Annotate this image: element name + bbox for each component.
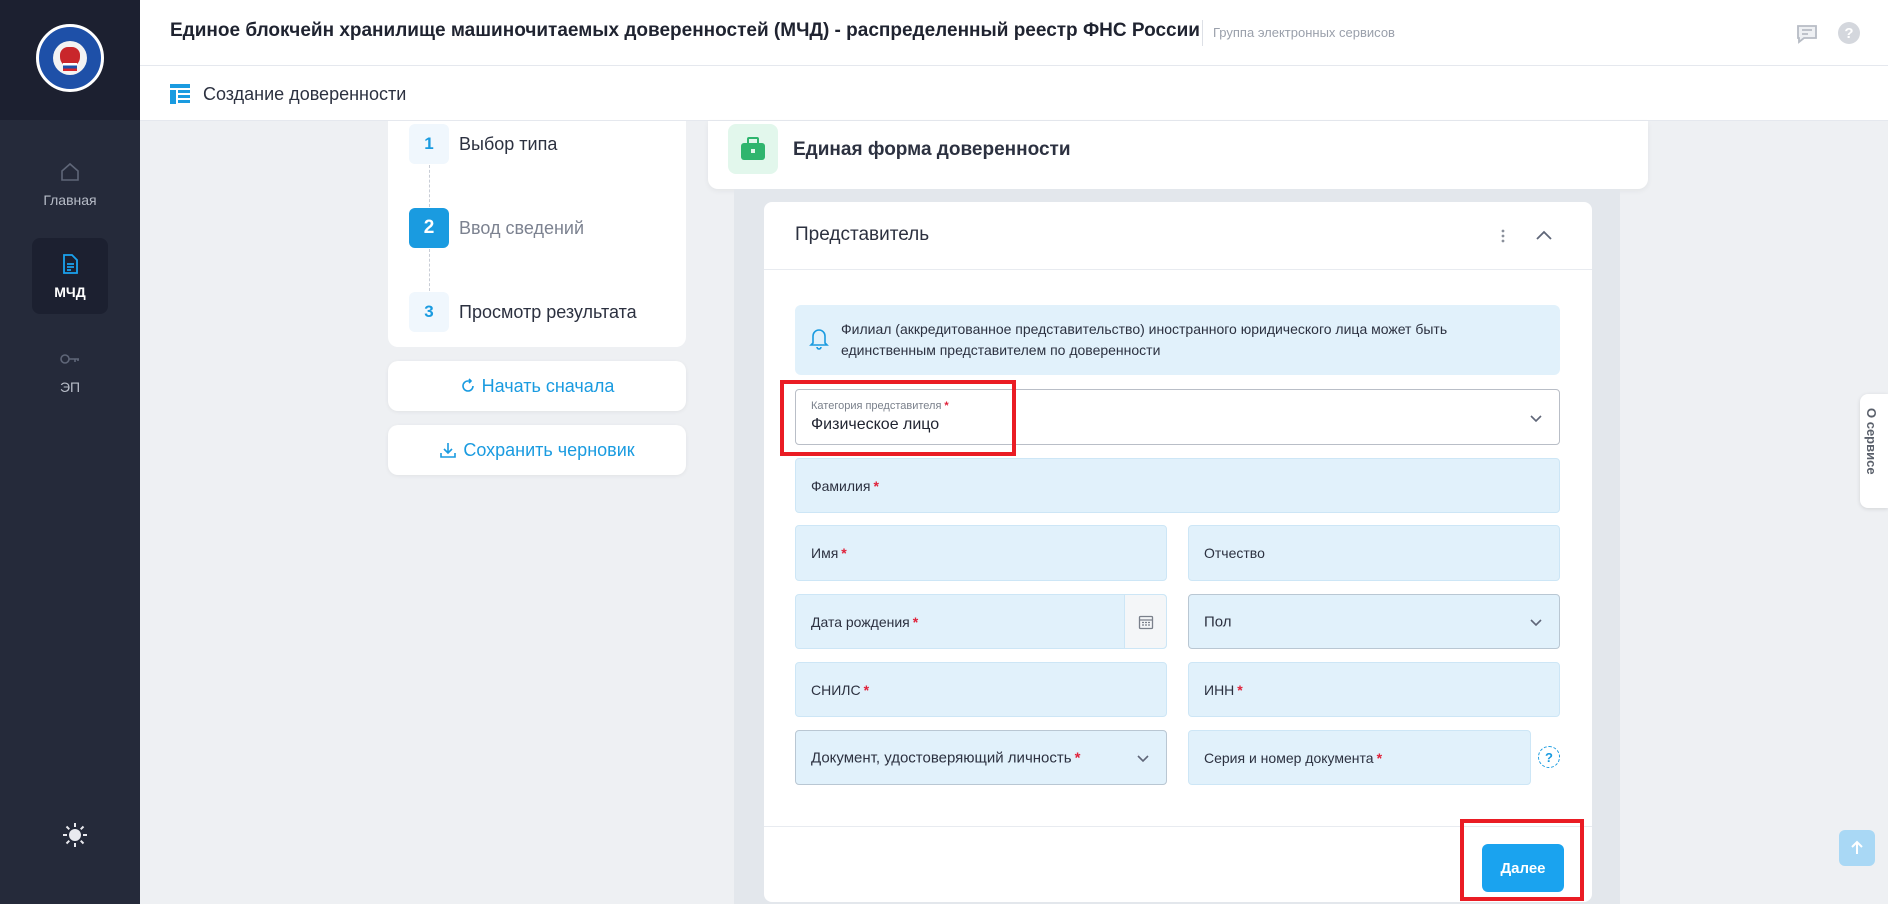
sidebar-item-label: ЭП bbox=[59, 379, 81, 395]
form-title: Единая форма доверенности bbox=[793, 139, 1071, 160]
restart-button[interactable]: Начать сначала bbox=[388, 361, 686, 411]
section-title: Представитель bbox=[795, 224, 930, 245]
birth-date-field[interactable]: Дата рождения * bbox=[795, 594, 1167, 649]
home-icon bbox=[61, 162, 79, 181]
top-header: Единое блокчейн хранилище машиночитаемых… bbox=[140, 0, 1888, 66]
step-connector bbox=[429, 165, 430, 207]
section-header: Представитель bbox=[764, 202, 1592, 270]
sun-icon[interactable] bbox=[62, 822, 88, 848]
about-service-tab[interactable]: О сервисе bbox=[1860, 394, 1888, 508]
representative-category-select[interactable]: Категория представителя * Физическое лицо bbox=[795, 389, 1560, 445]
document-number-label: Серия и номер документа * bbox=[1204, 749, 1383, 766]
step-number: 1 bbox=[409, 124, 449, 164]
representative-section: Представитель Филиал (аккредитованное пр… bbox=[764, 202, 1592, 902]
step-number: 3 bbox=[409, 292, 449, 332]
document-icon bbox=[63, 254, 78, 274]
more-vertical-icon[interactable] bbox=[1491, 224, 1515, 248]
step-label: Ввод сведений bbox=[459, 217, 585, 238]
form-header: Единая форма доверенности bbox=[708, 121, 1648, 189]
sidebar-logo-area bbox=[0, 0, 140, 120]
document-number-field[interactable]: Серия и номер документа * bbox=[1188, 730, 1531, 785]
inn-label: ИНН * bbox=[1204, 681, 1243, 698]
step-number: 2 bbox=[409, 208, 449, 248]
briefcase-icon bbox=[728, 124, 778, 174]
sidebar: Главная МЧД ЭП bbox=[0, 0, 140, 904]
sidebar-item-ep[interactable]: ЭП bbox=[32, 333, 108, 409]
sidebar-item-label: Главная bbox=[43, 192, 97, 208]
download-icon bbox=[440, 443, 457, 458]
step-label: Выбор типа bbox=[459, 133, 558, 154]
chevron-down-icon bbox=[1530, 415, 1542, 423]
snils-field[interactable]: СНИЛС * bbox=[795, 662, 1167, 717]
category-value: Физическое лицо bbox=[811, 416, 940, 433]
last-name-label: Фамилия * bbox=[811, 477, 879, 494]
gender-label: Пол bbox=[1204, 613, 1232, 630]
about-service-label: О сервисе bbox=[1864, 408, 1879, 475]
step-2[interactable]: 2 Ввод сведений bbox=[409, 208, 584, 248]
section-footer-divider bbox=[764, 826, 1592, 827]
category-label: Категория представителя * bbox=[811, 400, 949, 412]
chevron-down-icon bbox=[1530, 619, 1542, 627]
chevron-up-icon[interactable] bbox=[1532, 224, 1556, 248]
patronymic-label: Отчество bbox=[1204, 545, 1265, 561]
calendar-icon bbox=[1138, 615, 1153, 629]
info-notice: Филиал (аккредитованное представительств… bbox=[795, 305, 1560, 375]
fns-emblem-logo[interactable] bbox=[36, 24, 104, 92]
save-draft-label: Сохранить черновик bbox=[463, 439, 635, 460]
save-draft-button[interactable]: Сохранить черновик bbox=[388, 425, 686, 475]
snils-label: СНИЛС * bbox=[811, 681, 870, 698]
page-subheader: Создание доверенности bbox=[140, 66, 1888, 121]
birth-date-label: Дата рождения * bbox=[811, 613, 919, 630]
calendar-button[interactable] bbox=[1124, 595, 1166, 648]
chat-icon[interactable] bbox=[1796, 23, 1818, 45]
sidebar-item-home[interactable]: Главная bbox=[32, 146, 108, 222]
header-divider bbox=[1202, 20, 1203, 46]
page-title: Создание доверенности bbox=[203, 84, 407, 104]
inn-field[interactable]: ИНН * bbox=[1188, 662, 1560, 717]
next-button[interactable]: Далее bbox=[1482, 844, 1564, 892]
key-icon bbox=[60, 354, 79, 364]
arrow-up-icon bbox=[1851, 840, 1863, 854]
first-name-label: Имя * bbox=[811, 545, 847, 561]
flag-emblem bbox=[63, 63, 77, 71]
step-3[interactable]: 3 Просмотр результата bbox=[409, 292, 637, 332]
step-label: Просмотр результата bbox=[459, 301, 637, 322]
first-name-field[interactable]: Имя * bbox=[795, 525, 1167, 581]
layout-icon bbox=[170, 84, 190, 104]
info-text: Филиал (аккредитованное представительств… bbox=[841, 321, 1448, 358]
restart-label: Начать сначала bbox=[481, 375, 615, 396]
help-button[interactable]: ? bbox=[1838, 22, 1860, 44]
sidebar-item-mchd[interactable]: МЧД bbox=[32, 238, 108, 314]
step-connector bbox=[429, 249, 430, 291]
sidebar-item-label: МЧД bbox=[54, 284, 86, 300]
step-1[interactable]: 1 Выбор типа bbox=[409, 124, 557, 164]
gender-select[interactable]: Пол bbox=[1188, 594, 1560, 649]
scroll-to-top-button[interactable] bbox=[1839, 830, 1875, 866]
document-help-icon[interactable]: ? bbox=[1538, 746, 1560, 768]
patronymic-field[interactable]: Отчество bbox=[1188, 525, 1560, 581]
last-name-field[interactable]: Фамилия * bbox=[795, 458, 1560, 513]
id-document-select[interactable]: Документ, удостоверяющий личность * bbox=[795, 730, 1167, 785]
app-title: Единое блокчейн хранилище машиночитаемых… bbox=[170, 20, 1200, 41]
bell-icon bbox=[809, 329, 829, 350]
refresh-icon bbox=[461, 378, 474, 392]
chevron-down-icon bbox=[1137, 755, 1149, 763]
logo-inner bbox=[53, 41, 87, 75]
header-subtitle: Группа электронных сервисов bbox=[1213, 25, 1395, 40]
id-document-label: Документ, удостоверяющий личность * bbox=[811, 749, 1081, 766]
